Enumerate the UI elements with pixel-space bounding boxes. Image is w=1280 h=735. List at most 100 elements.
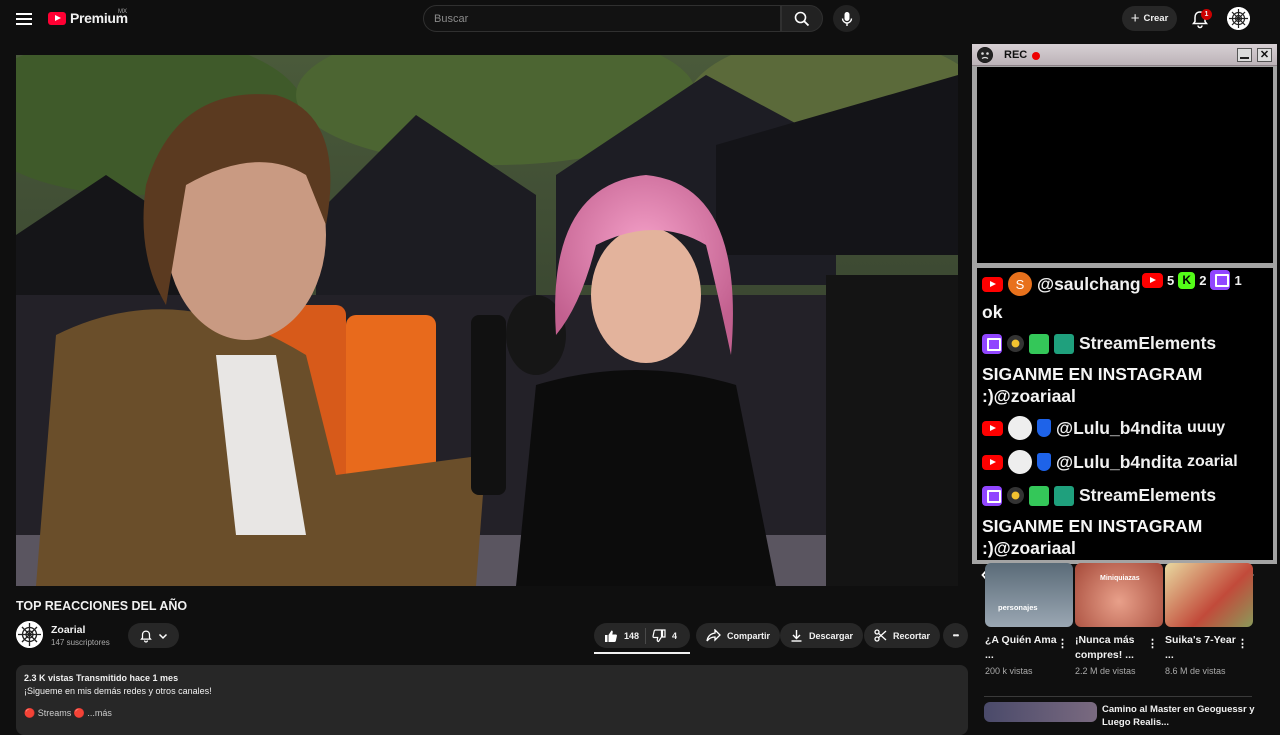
create-button[interactable]: + Crear [1122, 6, 1177, 31]
chat-message: StreamElements [982, 485, 1216, 506]
like-button[interactable]: 148 [604, 629, 639, 643]
short-views: 2.2 M de vistas [1075, 666, 1136, 676]
chat-username: @Lulu_b4ndita [1056, 451, 1182, 472]
download-label: Descargar [809, 630, 854, 641]
minimize-button[interactable] [1237, 48, 1252, 62]
search-button[interactable] [781, 5, 823, 32]
dislike-button[interactable]: 4 [652, 628, 678, 643]
chat-message: @Lulu_b4ndita uuuy [982, 416, 1225, 440]
youtube-premium-logo[interactable]: Premium [48, 10, 128, 26]
short-views: 8.6 M de vistas [1165, 666, 1226, 676]
search-icon [794, 11, 810, 26]
region-code: MX [118, 9, 127, 15]
face-icon [977, 47, 993, 63]
search-input[interactable] [424, 6, 780, 31]
video-player[interactable] [16, 55, 958, 586]
badge-icon [1007, 335, 1024, 352]
short-title[interactable]: ¡Nunca más compres! ... [1075, 633, 1151, 663]
chat-username: StreamElements [1079, 333, 1217, 353]
recommended-video-title[interactable]: Camino al Master en Geoguessr y Luego Re… [1102, 703, 1262, 729]
kick-icon: K [1178, 271, 1196, 289]
chat-message: S @saulchang [982, 272, 1141, 296]
account-avatar[interactable] [1227, 7, 1250, 30]
youtube-icon [982, 420, 1003, 436]
like-divider [645, 627, 647, 644]
search-box[interactable] [423, 5, 781, 32]
thumbs-up-icon [605, 630, 617, 642]
twitch-count: 1 [1234, 272, 1242, 288]
chevron-down-icon [158, 633, 168, 639]
like-active-indicator [594, 652, 690, 654]
user-avatar [1008, 416, 1032, 440]
live-chat-overlay: S @saulchang ok StreamElements SIGANME E… [977, 268, 1273, 560]
member-badge-icon [1037, 453, 1051, 471]
bell-icon [140, 629, 152, 643]
chat-text: :)@zoariaal [982, 538, 1076, 558]
channel-name[interactable]: Zoarial [51, 624, 85, 636]
scissors-icon [874, 629, 887, 642]
dislike-count: 4 [672, 630, 678, 641]
thumbnail-caption: Miniquiazas [1100, 575, 1140, 582]
plus-icon: + [1130, 9, 1140, 27]
short-views: 200 k vistas [985, 666, 1033, 676]
like-count: 148 [624, 630, 640, 641]
kick-count: 2 [1199, 272, 1207, 288]
recording-dot-icon [1032, 52, 1040, 60]
short-title[interactable]: ¿A Quién Ama ... [985, 633, 1061, 663]
share-button[interactable]: Compartir [696, 623, 781, 648]
clip-button[interactable]: Recortar [864, 623, 941, 648]
short-title[interactable]: Suika's 7-Year ... [1165, 633, 1241, 663]
user-avatar: S [1008, 272, 1032, 296]
youtube-icon [982, 454, 1003, 470]
thumbs-down-icon [652, 628, 666, 642]
chat-username: StreamElements [1079, 485, 1217, 505]
short-menu-button[interactable]: ⋮ [1147, 637, 1158, 650]
viewer-counts: 5 K 2 1 [1142, 270, 1242, 290]
member-badge-icon [1037, 419, 1051, 437]
chat-username: @Lulu_b4ndita [1056, 417, 1182, 438]
like-dislike-group: 148 4 [594, 623, 690, 648]
thumbnail-caption: personajes [998, 603, 1038, 612]
chat-username: @saulchang [1037, 273, 1141, 294]
overlay-title-bar[interactable]: REC ✕ [972, 44, 1277, 66]
description-box[interactable]: 2.3 K vistas Transmitido hace 1 mes ¡Sig… [16, 665, 968, 735]
short-menu-button[interactable]: ⋮ [1057, 637, 1068, 650]
moderator-badge-icon [1029, 485, 1049, 506]
recommendation-divider [984, 696, 1252, 697]
chat-text: SIGANME EN INSTAGRAM [982, 516, 1203, 536]
twitch-icon [982, 333, 1002, 354]
chat-text: SIGANME EN INSTAGRAM [982, 364, 1203, 384]
youtube-icon [982, 276, 1003, 292]
notification-preference-button[interactable] [128, 623, 179, 648]
twitch-icon [982, 485, 1002, 506]
chat-text: ok [982, 302, 1003, 322]
channel-avatar[interactable] [16, 621, 43, 648]
voice-search-button[interactable] [833, 5, 860, 32]
notification-badge: 1 [1201, 9, 1212, 20]
short-thumbnail[interactable]: Miniquiazas [1075, 563, 1163, 627]
download-button[interactable]: Descargar [780, 623, 864, 648]
share-label: Compartir [727, 630, 771, 641]
twitch-icon [1210, 270, 1231, 290]
more-actions-button[interactable]: ••• [943, 623, 968, 648]
short-thumbnail[interactable] [1165, 563, 1253, 627]
view-stats: 2.3 K vistas Transmitido hace 1 mes [24, 673, 179, 683]
share-icon [706, 629, 721, 642]
short-menu-button[interactable]: ⋮ [1237, 637, 1248, 650]
video-thumbnail[interactable] [984, 702, 1097, 722]
close-button[interactable]: ✕ [1257, 48, 1272, 62]
short-thumbnail[interactable]: personajes [985, 563, 1073, 627]
top-bar: Premium MX + Crear 1 [0, 0, 1280, 38]
badge-icon [1007, 487, 1024, 504]
description-text: ¡Sigueme en mis demás redes y otros cana… [24, 686, 212, 696]
chat-message: StreamElements [982, 333, 1216, 354]
chat-text: :)@zoariaal [982, 386, 1076, 406]
description-more[interactable]: 🔴 Streams 🔴 ...más [24, 708, 960, 719]
menu-icon[interactable] [14, 9, 34, 29]
subscriber-count: 147 suscriptores [51, 638, 110, 647]
rec-label: REC [1004, 49, 1028, 61]
video-title: TOP REACCIONES DEL AÑO [16, 599, 188, 613]
recording-overlay-window: REC ✕ S @saulchang ok StreamElements SIG… [972, 44, 1277, 564]
bot-badge-icon [1054, 333, 1074, 354]
create-label: Crear [1143, 13, 1169, 24]
